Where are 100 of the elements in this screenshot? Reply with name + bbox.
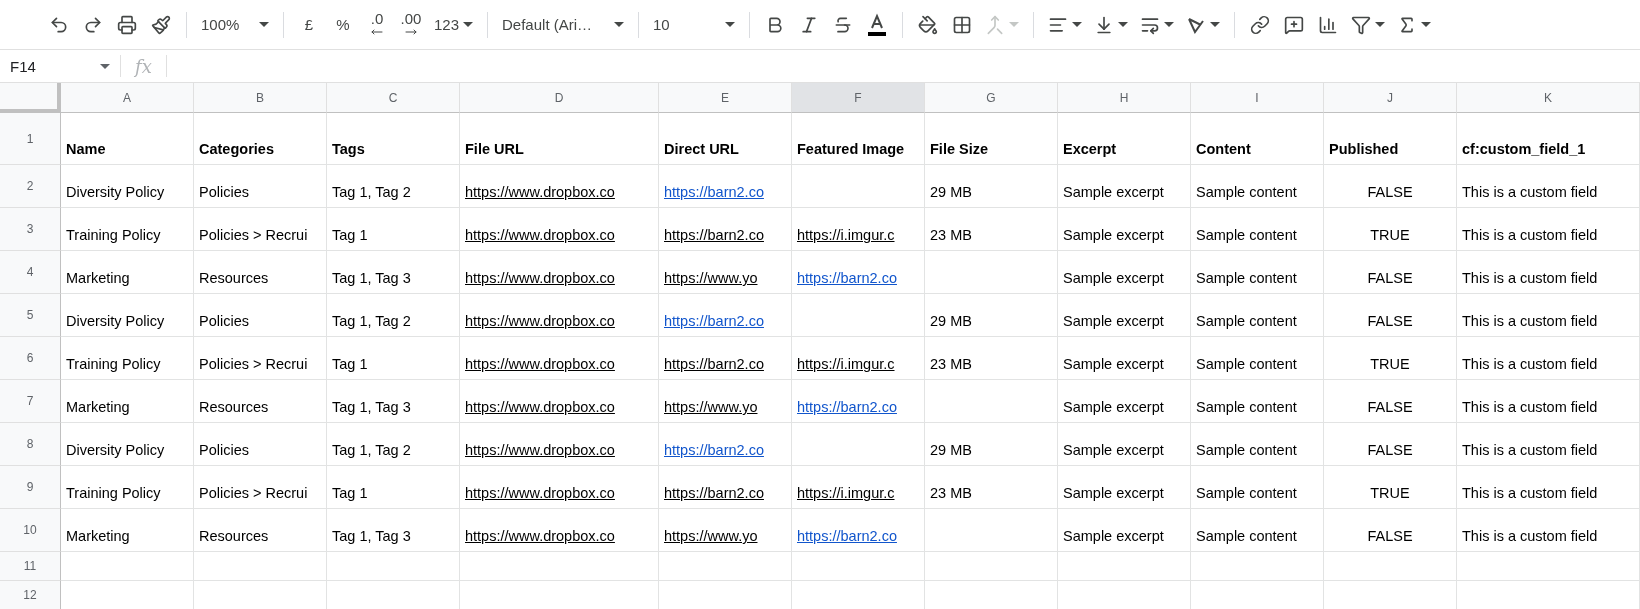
column-header[interactable]: E [659, 83, 792, 113]
table-cell: Tag 1 [327, 337, 460, 380]
row-header[interactable]: 3 [0, 208, 61, 251]
percent-button[interactable]: % [328, 8, 358, 41]
column-header[interactable]: F [792, 83, 925, 113]
column-header[interactable]: A [61, 83, 194, 113]
caret-icon [100, 63, 110, 69]
link-cell: https://www.dropbox.co [460, 509, 659, 552]
column-header[interactable]: I [1191, 83, 1324, 113]
table-cell: Sample excerpt [1058, 466, 1191, 509]
font-dropdown[interactable]: Default (Ari… [498, 8, 629, 41]
table-cell: Content [1191, 113, 1324, 165]
decrease-decimal-button[interactable]: .0 [362, 8, 392, 41]
table-cell: This is a custom field [1457, 294, 1640, 337]
table-cell: Featured Image [792, 113, 925, 165]
fx-icon: fx [121, 55, 166, 77]
caret-icon [614, 22, 625, 27]
zoom-dropdown[interactable]: 100% [197, 8, 273, 41]
currency-button[interactable]: £ [294, 8, 324, 41]
link-cell[interactable]: https://barn2.co [792, 380, 925, 423]
row-header[interactable]: 7 [0, 380, 61, 423]
table-cell: Sample excerpt [1058, 294, 1191, 337]
column-header[interactable]: B [194, 83, 327, 113]
link-cell: https://www.dropbox.co [460, 251, 659, 294]
table-cell: TRUE [1324, 337, 1457, 380]
table-cell: FALSE [1324, 509, 1457, 552]
table-cell: FALSE [1324, 294, 1457, 337]
table-cell: Resources [194, 251, 327, 294]
table-cell: Tag 1, Tag 2 [327, 165, 460, 208]
table-cell: cf:custom_field_1 [1457, 113, 1640, 165]
column-header[interactable]: C [327, 83, 460, 113]
table-cell: Sample content [1191, 337, 1324, 380]
caret-icon [1210, 22, 1221, 27]
table-cell: This is a custom field [1457, 208, 1640, 251]
link-cell: https://www.dropbox.co [460, 337, 659, 380]
table-cell: FALSE [1324, 251, 1457, 294]
table-cell: Tag 1, Tag 3 [327, 251, 460, 294]
column-header[interactable]: K [1457, 83, 1640, 113]
link-cell[interactable]: https://barn2.co [659, 165, 792, 208]
row-header[interactable]: 9 [0, 466, 61, 509]
table-cell: Tag 1, Tag 3 [327, 380, 460, 423]
table-cell: Sample excerpt [1058, 337, 1191, 380]
table-cell: Sample excerpt [1058, 251, 1191, 294]
row-header[interactable]: 12 [0, 581, 61, 609]
table-cell: Name [61, 113, 194, 165]
table-cell: Sample content [1191, 380, 1324, 423]
row-header[interactable]: 1 [0, 113, 61, 165]
link-cell: https://i.imgur.c [792, 208, 925, 251]
table-cell: Policies > Recrui [194, 208, 327, 251]
table-cell: TRUE [1324, 466, 1457, 509]
column-header[interactable]: D [460, 83, 659, 113]
table-cell: 29 MB [925, 423, 1058, 466]
link-cell: https://www.dropbox.co [460, 165, 659, 208]
column-header[interactable]: H [1058, 83, 1191, 113]
link-cell[interactable]: https://barn2.co [792, 251, 925, 294]
column-header[interactable]: J [1324, 83, 1457, 113]
table-cell: Sample excerpt [1058, 165, 1191, 208]
increase-decimal-button[interactable]: .00 [396, 8, 426, 41]
table-cell: Policies [194, 294, 327, 337]
table-cell: TRUE [1324, 208, 1457, 251]
table-cell: This is a custom field [1457, 380, 1640, 423]
link-cell: https://www.dropbox.co [460, 208, 659, 251]
table-cell: Tags [327, 113, 460, 165]
row-header[interactable]: 6 [0, 337, 61, 380]
filter-icon [1351, 14, 1372, 35]
link-cell: https://i.imgur.c [792, 337, 925, 380]
table-cell: FALSE [1324, 423, 1457, 466]
table-cell: Tag 1, Tag 2 [327, 294, 460, 337]
table-cell: Diversity Policy [61, 423, 194, 466]
table-cell: Marketing [61, 380, 194, 423]
row-header[interactable]: 4 [0, 251, 61, 294]
font-size-dropdown[interactable]: 10 [649, 8, 740, 41]
caret-icon [1118, 22, 1129, 27]
link-cell[interactable]: https://barn2.co [659, 294, 792, 337]
caret-icon [725, 22, 736, 27]
row-header[interactable]: 2 [0, 165, 61, 208]
table-cell: 23 MB [925, 337, 1058, 380]
link-cell: https://www.dropbox.co [460, 380, 659, 423]
table-cell: Sample content [1191, 466, 1324, 509]
row-header[interactable]: 5 [0, 294, 61, 337]
link-cell[interactable]: https://barn2.co [659, 423, 792, 466]
row-header[interactable]: 10 [0, 509, 61, 552]
link-cell: https://www.yo [659, 380, 792, 423]
row-header[interactable]: 11 [0, 552, 61, 581]
table-cell: Sample content [1191, 165, 1324, 208]
number-format-dropdown[interactable]: 123 [430, 8, 478, 41]
name-box[interactable]: F14 [0, 50, 120, 82]
table-cell: Policies [194, 165, 327, 208]
link-cell[interactable]: https://barn2.co [792, 509, 925, 552]
table-cell: Policies [194, 423, 327, 466]
table-cell: Sample content [1191, 509, 1324, 552]
caret-icon [1009, 22, 1020, 27]
row-header[interactable]: 8 [0, 423, 61, 466]
link-cell: https://barn2.co [659, 208, 792, 251]
table-cell: This is a custom field [1457, 165, 1640, 208]
link-cell: https://www.dropbox.co [460, 466, 659, 509]
table-cell: This is a custom field [1457, 466, 1640, 509]
column-header[interactable]: G [925, 83, 1058, 113]
table-cell: FALSE [1324, 380, 1457, 423]
table-cell: This is a custom field [1457, 337, 1640, 380]
